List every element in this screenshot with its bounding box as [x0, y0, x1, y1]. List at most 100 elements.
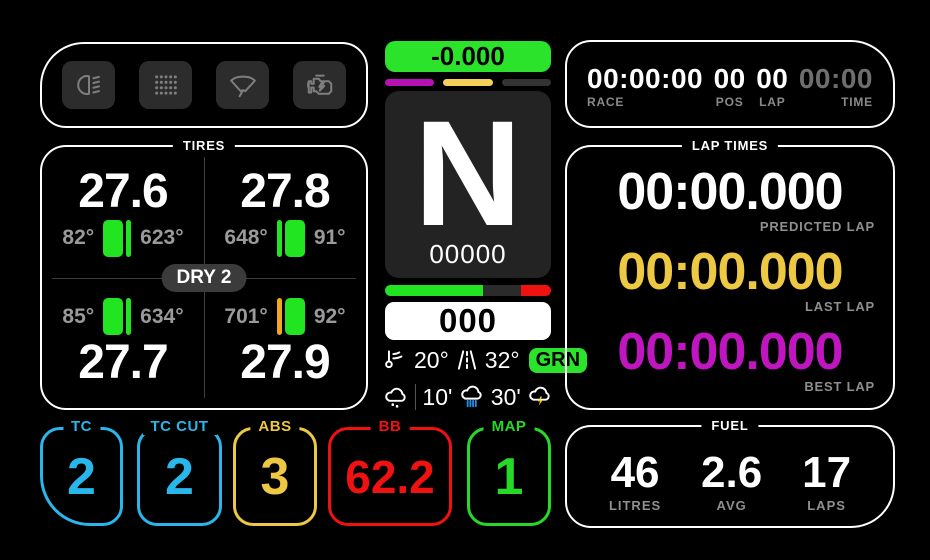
- sector-segment-yellow: [443, 79, 493, 86]
- predicted-lap-row: 00:00.000 PREDICTED LAP: [567, 160, 893, 240]
- storm-forecast-icon: [529, 386, 550, 406]
- tire-rr-temp-indicator: [276, 298, 305, 336]
- tire-fr-core-temp: 91°: [313, 226, 346, 250]
- time-label: TIME: [841, 95, 873, 110]
- track-temp-icon: [457, 350, 476, 370]
- race-time-label: RACE: [587, 95, 625, 110]
- abs-box: ABS 3: [233, 418, 317, 526]
- lap-times-panel: LAP TIMES 00:00.000 PREDICTED LAP 00:00.…: [565, 138, 895, 410]
- last-lap-row: 00:00.000 LAST LAP: [567, 240, 893, 320]
- sector-segment-grey: [501, 79, 551, 86]
- fuel-avg-label: AVG: [716, 497, 747, 513]
- lap-label: LAP: [759, 95, 786, 110]
- fuel-avg-value: 2.6: [701, 447, 763, 497]
- last-lap-value: 00:00.000: [617, 243, 843, 301]
- position-column: 00 POS: [714, 63, 746, 109]
- race-time-column: 00:00:00 RACE: [587, 63, 703, 109]
- engine-map-label: MAP: [483, 418, 535, 435]
- racing-dashboard: TIRES DRY 2 27.6 82° 623° 27.8 648° 91°: [0, 0, 930, 560]
- tc-cut-value: 2: [165, 447, 194, 506]
- rpm-bar-empty: [482, 285, 522, 296]
- lap-column: 00 LAP: [756, 63, 788, 109]
- tire-fr-brake-temp: 648°: [224, 226, 268, 250]
- rpm-bar-green: [385, 285, 483, 296]
- forecast-10-label: 10': [422, 383, 453, 410]
- gear-display: N 00000: [385, 91, 551, 278]
- tire-rl-brake-temp: 634°: [140, 304, 184, 328]
- engine-button[interactable]: [293, 61, 346, 109]
- tire-rear-right: 701° 92° 27.9: [204, 278, 366, 409]
- fuel-panel: FUEL 46 LITRES 2.6 AVG 17 LAPS: [565, 418, 895, 528]
- tire-fl-temp-indicator: [103, 219, 132, 257]
- wiper-icon: [229, 75, 256, 98]
- tire-front-right: 27.8 648° 91°: [204, 147, 366, 278]
- tire-rl-pressure: 27.7: [78, 336, 168, 390]
- headlight-button[interactable]: [62, 61, 115, 109]
- last-lap-label: LAST LAP: [805, 299, 875, 314]
- time-column: 00:00 TIME: [799, 63, 873, 109]
- rpm-bar-redline: [521, 285, 551, 296]
- best-lap-row: 00:00.000 BEST LAP: [567, 320, 893, 400]
- tire-rear-left: 85° 634° 27.7: [42, 278, 204, 409]
- tire-rr-pressure: 27.9: [240, 336, 330, 390]
- fuel-laps-label: LAPS: [807, 497, 846, 513]
- forecast-row: 10' 30': [383, 381, 553, 413]
- forecast-30-label: 30': [490, 383, 521, 410]
- lap-value: 00: [756, 62, 789, 94]
- time-value: 00:00: [798, 62, 873, 94]
- tc-box: TC 2: [40, 418, 123, 526]
- engine-map-value: 1: [494, 447, 524, 506]
- current-weather-icon: [385, 387, 406, 408]
- tire-rr-brake-temp: 701°: [224, 304, 268, 328]
- engine-icon: [306, 74, 332, 95]
- fuel-laps-value: 17: [802, 447, 852, 497]
- fuel-avg-column: 2.6 AVG: [701, 447, 763, 513]
- tire-rl-temp-indicator: [103, 298, 132, 336]
- best-lap-value: 00:00.000: [617, 323, 843, 381]
- fuel-laps-column: 17 LAPS: [802, 447, 852, 513]
- race-status-panel: 00:00:00 RACE 00 POS 00 LAP 00:00 TIME: [565, 40, 895, 128]
- wiper-button[interactable]: [216, 61, 269, 109]
- tire-fl-brake-temp: 623°: [140, 226, 184, 250]
- engine-map-box: MAP 1: [467, 418, 551, 526]
- fuel-litres-value: 46: [610, 447, 660, 497]
- position-value: 00: [713, 62, 746, 94]
- tire-fr-pressure: 27.8: [240, 164, 330, 218]
- sector-indicator-bar: [385, 79, 551, 86]
- track-temp-value: 32°: [484, 346, 520, 373]
- tire-rl-core-temp: 85°: [62, 304, 95, 328]
- air-temp-icon: [385, 350, 403, 369]
- fuel-litres-label: LITRES: [608, 497, 662, 513]
- best-lap-label: BEST LAP: [804, 379, 875, 394]
- brake-bias-label: BB: [370, 418, 410, 435]
- rpm-readout: 00000: [429, 239, 507, 269]
- predicted-lap-value: 00:00.000: [617, 163, 843, 221]
- tc-value: 2: [67, 447, 96, 506]
- tire-front-left: 27.6 82° 623°: [42, 147, 204, 278]
- tire-fl-pressure: 27.6: [78, 164, 168, 218]
- position-label: POS: [715, 95, 744, 110]
- abs-value: 3: [260, 447, 290, 506]
- fuel-litres-column: 46 LITRES: [608, 447, 662, 513]
- abs-label: ABS: [250, 418, 300, 435]
- rpm-bar: [385, 285, 551, 296]
- fuel-title: FUEL: [701, 418, 759, 433]
- rain-light-icon: [154, 75, 177, 95]
- tires-panel: TIRES DRY 2 27.6 82° 623° 27.8 648° 91°: [40, 138, 368, 410]
- toggles-panel: [40, 42, 368, 128]
- tc-cut-label: TC CUT: [142, 418, 217, 435]
- brake-bias-box: BB 62.2: [328, 418, 452, 526]
- forecast-divider: [415, 384, 417, 410]
- current-gear: N: [413, 89, 523, 258]
- race-time-value: 00:00:00: [587, 62, 704, 94]
- temperature-row: 20° 32° GRN: [383, 344, 588, 376]
- air-temp-value: 20°: [414, 346, 449, 373]
- rain-light-button[interactable]: [139, 61, 192, 109]
- rain-forecast-icon: [460, 385, 482, 408]
- brake-bias-value: 62.2: [345, 450, 435, 503]
- tire-rr-core-temp: 92°: [313, 304, 346, 328]
- headlight-icon: [76, 75, 100, 95]
- tc-label: TC: [63, 418, 100, 435]
- predicted-lap-label: PREDICTED LAP: [759, 219, 875, 234]
- tc-cut-box: TC CUT 2: [137, 418, 222, 526]
